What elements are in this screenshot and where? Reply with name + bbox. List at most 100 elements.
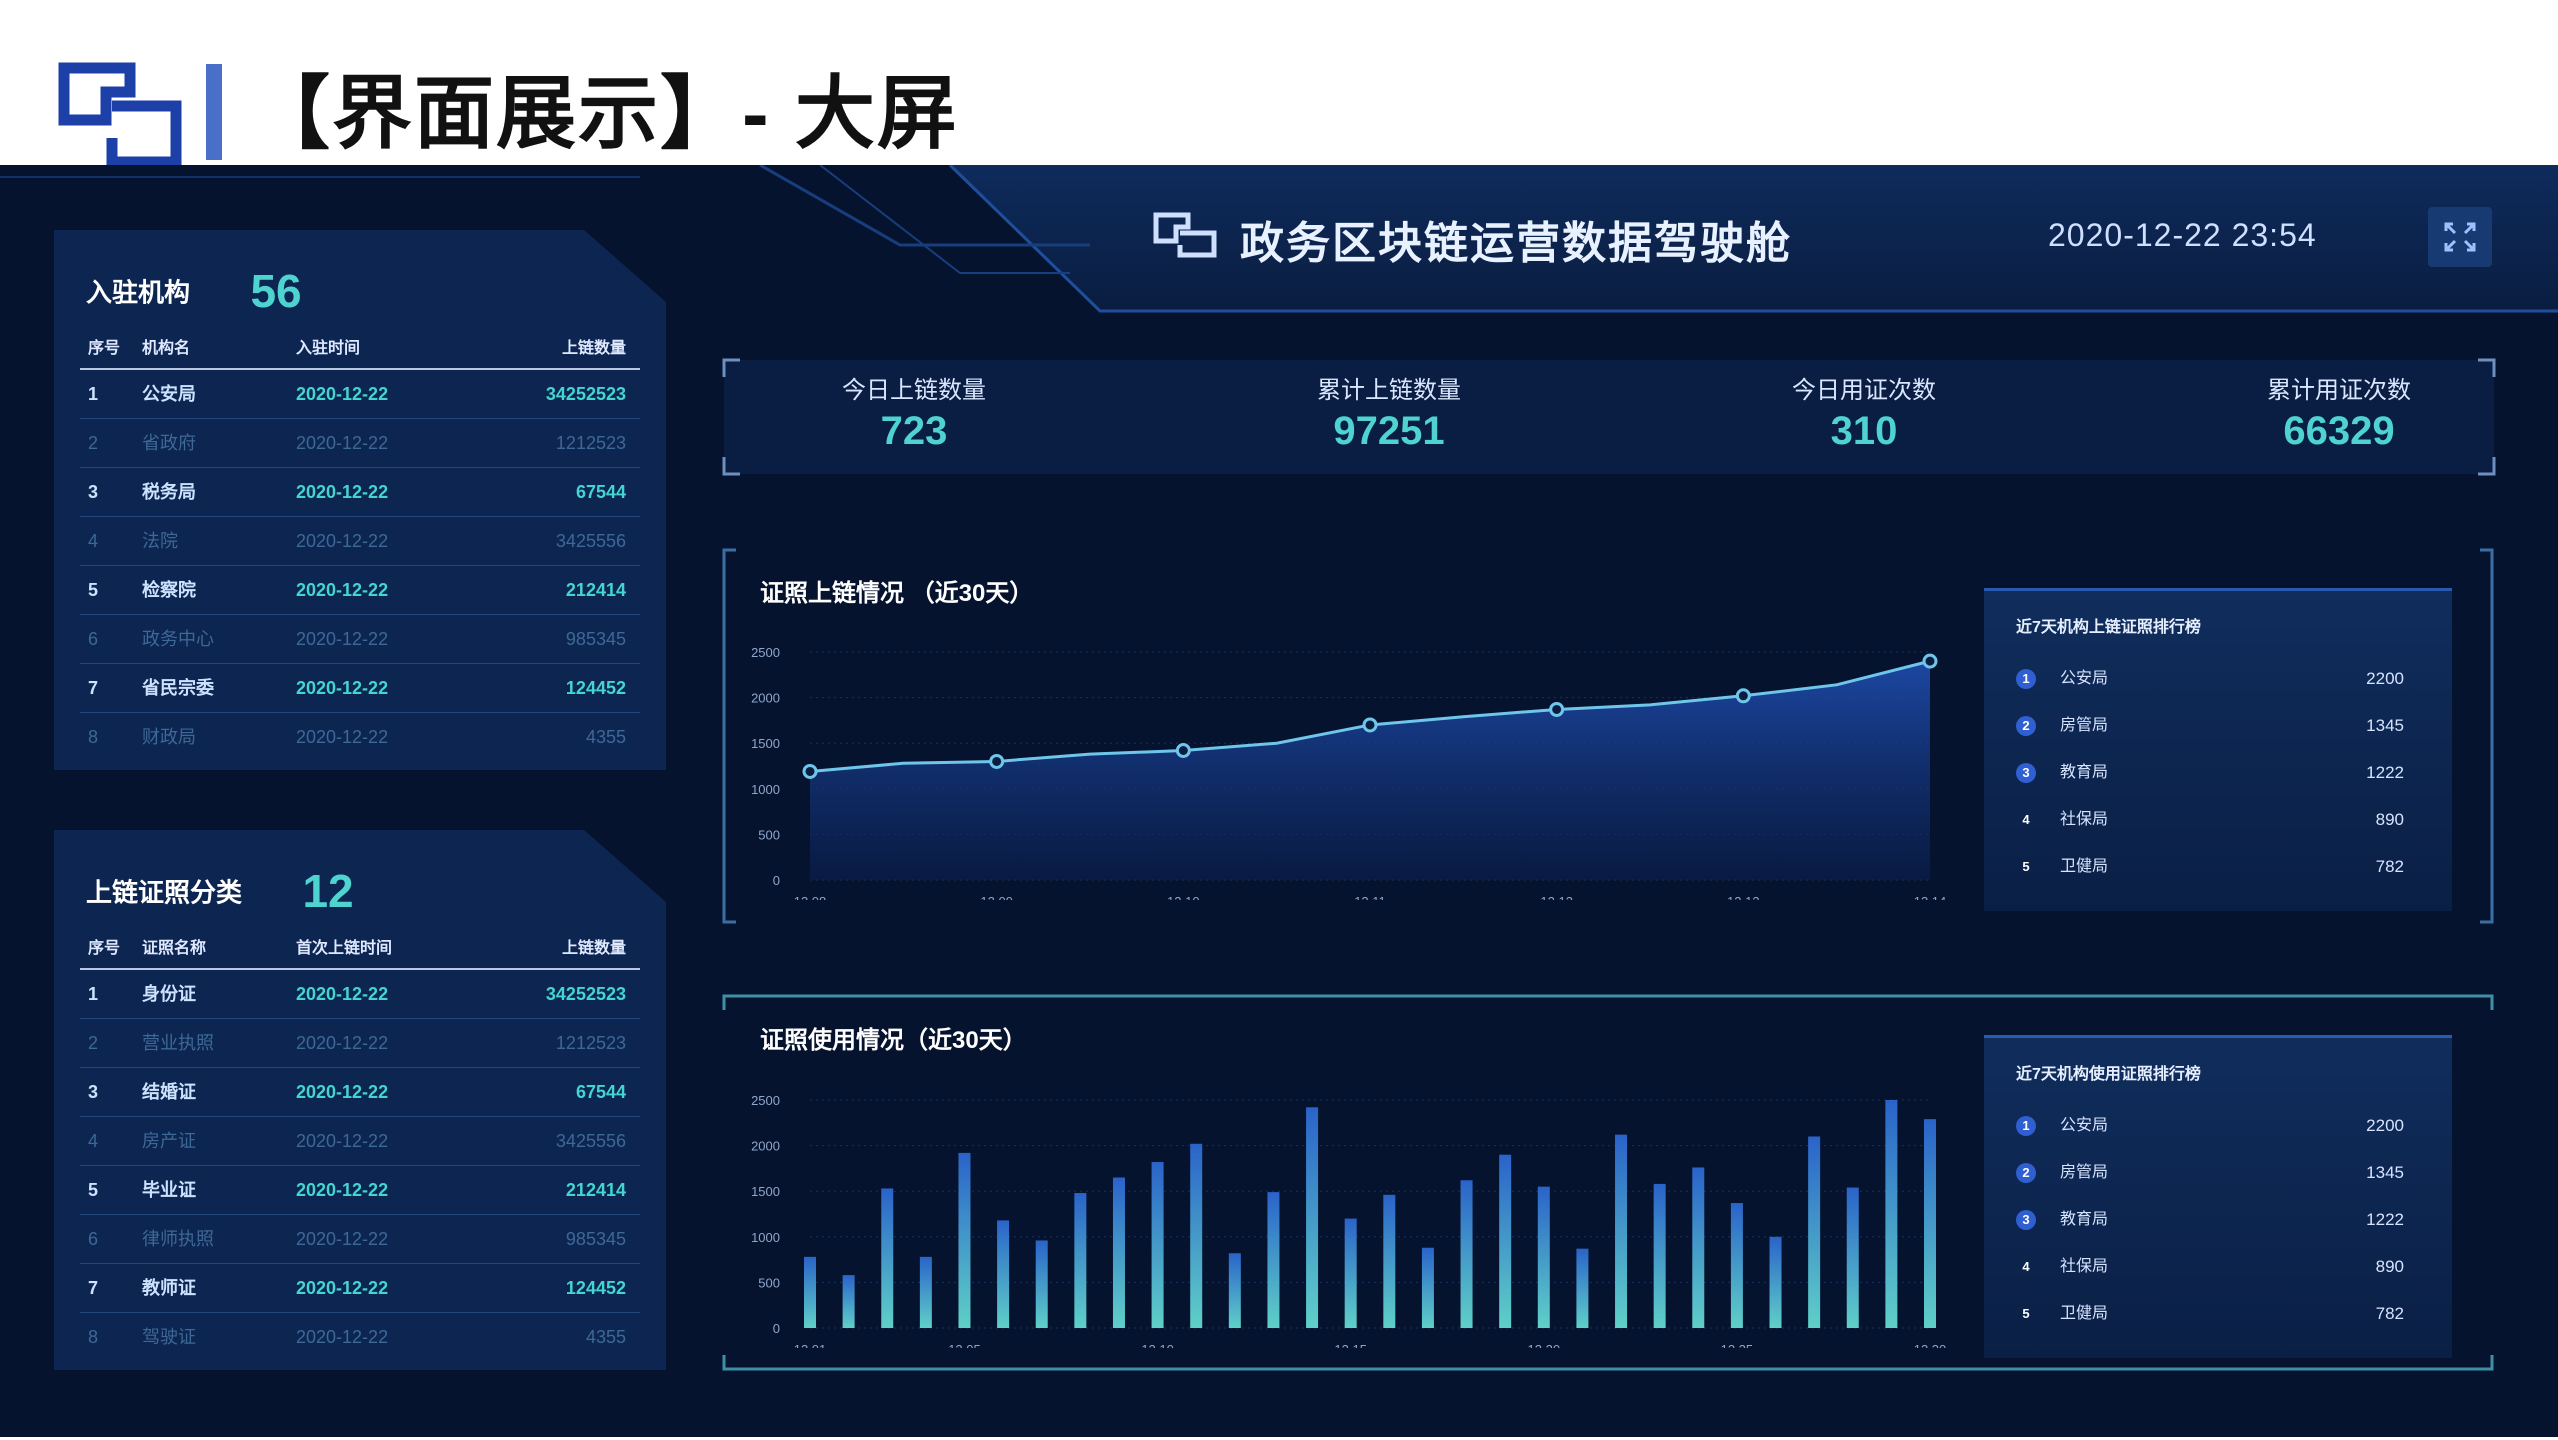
table-row[interactable]: 8 驾驶证 2020-12-22 4355 — [80, 1313, 640, 1361]
table-row[interactable]: 1 身份证 2020-12-22 34252523 — [80, 970, 640, 1019]
fullscreen-button[interactable] — [2428, 207, 2492, 267]
table-row[interactable]: 6 律师执照 2020-12-22 985345 — [80, 1215, 640, 1264]
usage-bar-chart: 2500 2000 1500 1000 500 0 12.01 12.05 12.10 12.15… — [751, 1093, 1947, 1348]
institutions-header: 入驻机构 56 — [86, 264, 302, 318]
table-row[interactable]: 6 政务中心 2020-12-22 985345 — [80, 615, 640, 664]
data-point — [802, 763, 818, 779]
rank-value: 1222 — [2366, 1210, 2404, 1229]
y-tick-label: 1500 — [751, 736, 780, 751]
bar — [1576, 1248, 1589, 1328]
cell-name: 律师执照 — [142, 1229, 214, 1249]
cell-no: 5 — [88, 1180, 99, 1200]
cell-name: 法院 — [142, 531, 178, 551]
bar — [1730, 1203, 1743, 1328]
table-row[interactable]: 3 结婚证 2020-12-22 67544 — [80, 1068, 640, 1117]
stat-total-uploads: 累计上链数量 97251 — [1239, 370, 1539, 454]
cell-no: 4 — [88, 531, 99, 551]
rank-badge: 4 — [2022, 1259, 2030, 1274]
rank-name: 教育局 — [2060, 764, 2109, 781]
header-datetime: 2020-12-22 23:54 — [2048, 217, 2317, 253]
table-row[interactable]: 5 毕业证 2020-12-22 212414 — [80, 1166, 640, 1215]
column-header: 序号 — [88, 340, 121, 357]
rank-name: 房管局 — [2060, 717, 2109, 734]
cell-date: 2020-12-22 — [296, 1082, 389, 1102]
cell-no: 4 — [88, 1131, 99, 1151]
cell-name: 教师证 — [142, 1278, 196, 1298]
cell-name: 结婚证 — [142, 1082, 196, 1102]
cell-count: 4355 — [585, 727, 626, 747]
cell-date: 2020-12-22 — [296, 1180, 389, 1200]
rank-name: 卫健局 — [2060, 1305, 2109, 1322]
bar — [1460, 1180, 1473, 1328]
cell-count: 67544 — [575, 482, 626, 502]
table-row[interactable]: 2 省政府 2020-12-22 1212523 — [80, 419, 640, 468]
cell-no: 2 — [88, 1033, 99, 1053]
bar — [1769, 1236, 1782, 1328]
x-tick-label: 12.14 — [1914, 894, 1947, 900]
cell-count: 3425556 — [555, 1131, 626, 1151]
cell-count: 1212523 — [555, 433, 626, 453]
rank-name: 公安局 — [2060, 670, 2109, 687]
cell-no: 6 — [88, 629, 99, 649]
ranking-item[interactable]: 3 教育局 1222 — [2016, 753, 2416, 793]
rank-badge: 2 — [2016, 1163, 2036, 1183]
table-header: 序号 证照名称 首次上链时间 上链数量 — [80, 930, 640, 970]
table-row[interactable]: 8 财政局 2020-12-22 4355 — [80, 713, 640, 761]
table-row[interactable]: 7 省民宗委 2020-12-22 124452 — [80, 664, 640, 713]
rank-name: 公安局 — [2060, 1117, 2109, 1134]
ranking-item[interactable]: 3 教育局 1222 — [2016, 1200, 2416, 1240]
rank-value: 2200 — [2366, 669, 2404, 688]
rank-value: 1222 — [2366, 763, 2404, 782]
ranking-item[interactable]: 5 卫健局 782 — [2016, 1294, 2416, 1334]
y-tick-label: 2500 — [751, 1093, 780, 1108]
y-tick-label: 1500 — [751, 1184, 780, 1199]
table-row[interactable]: 3 税务局 2020-12-22 67544 — [80, 468, 640, 517]
stat-value: 310 — [1830, 409, 1898, 453]
y-tick-label: 500 — [758, 1275, 780, 1290]
bar — [919, 1256, 932, 1328]
bar — [881, 1188, 894, 1328]
bar — [1228, 1253, 1241, 1328]
cell-count: 212414 — [565, 580, 626, 600]
rank-name: 教育局 — [2060, 1211, 2109, 1228]
bar — [1074, 1193, 1087, 1328]
bar — [1499, 1154, 1512, 1328]
column-header: 机构名 — [142, 340, 191, 357]
table-row[interactable]: 4 法院 2020-12-22 3425556 — [80, 517, 640, 566]
table-row[interactable]: 2 营业执照 2020-12-22 1212523 — [80, 1019, 640, 1068]
rank-name: 社保局 — [2060, 811, 2109, 828]
x-tick-label: 12.30 — [1914, 1342, 1947, 1348]
fullscreen-icon — [2444, 222, 2476, 252]
title-accent-bar — [206, 64, 222, 160]
ranking-item[interactable]: 5 卫健局 782 — [2016, 847, 2416, 887]
y-tick-label: 2000 — [751, 1139, 780, 1154]
rank-value: 1345 — [2366, 1163, 2404, 1182]
cell-date: 2020-12-22 — [296, 678, 389, 698]
table-row[interactable]: 7 教师证 2020-12-22 124452 — [80, 1264, 640, 1313]
ranking-item[interactable]: 1 公安局 2200 — [2016, 1106, 2416, 1146]
institutions-panel: 入驻机构 56 序号 机构名 入驻时间 上链数量 1 公安局 2020-12-22 3… — [54, 230, 666, 770]
cell-date: 2020-12-22 — [296, 384, 389, 404]
ranking-item[interactable]: 1 公安局 2200 — [2016, 659, 2416, 699]
x-tick-label: 12.09 — [980, 894, 1013, 900]
stat-label: 累计用证次数 — [2267, 377, 2411, 404]
table-row[interactable]: 1 公安局 2020-12-22 34252523 — [80, 370, 640, 419]
bar — [1692, 1167, 1705, 1328]
usage-chart-title: 证照使用情况（近30天） — [760, 1027, 1027, 1054]
cell-count: 124452 — [565, 678, 626, 698]
x-tick-label: 12.08 — [794, 894, 827, 900]
rank-value: 782 — [2375, 1304, 2404, 1323]
cell-name: 公安局 — [142, 384, 196, 404]
institutions-table: 序号 机构名 入驻时间 上链数量 1 公安局 2020-12-22 34252523 … — [80, 330, 640, 761]
table-row[interactable]: 5 检察院 2020-12-22 212414 — [80, 566, 640, 615]
rank-value: 2200 — [2366, 1116, 2404, 1135]
ranking-item[interactable]: 2 房管局 1345 — [2016, 1153, 2416, 1193]
cell-name: 财政局 — [142, 727, 196, 747]
x-tick-label: 12.20 — [1528, 1342, 1561, 1348]
ranking-item[interactable]: 2 房管局 1345 — [2016, 706, 2416, 746]
bar — [1808, 1136, 1821, 1328]
ranking-item[interactable]: 4 社保局 890 — [2016, 1247, 2416, 1287]
ranking-item[interactable]: 4 社保局 890 — [2016, 800, 2416, 840]
table-row[interactable]: 4 房产证 2020-12-22 3425556 — [80, 1117, 640, 1166]
stat-label: 今日上链数量 — [842, 377, 986, 404]
